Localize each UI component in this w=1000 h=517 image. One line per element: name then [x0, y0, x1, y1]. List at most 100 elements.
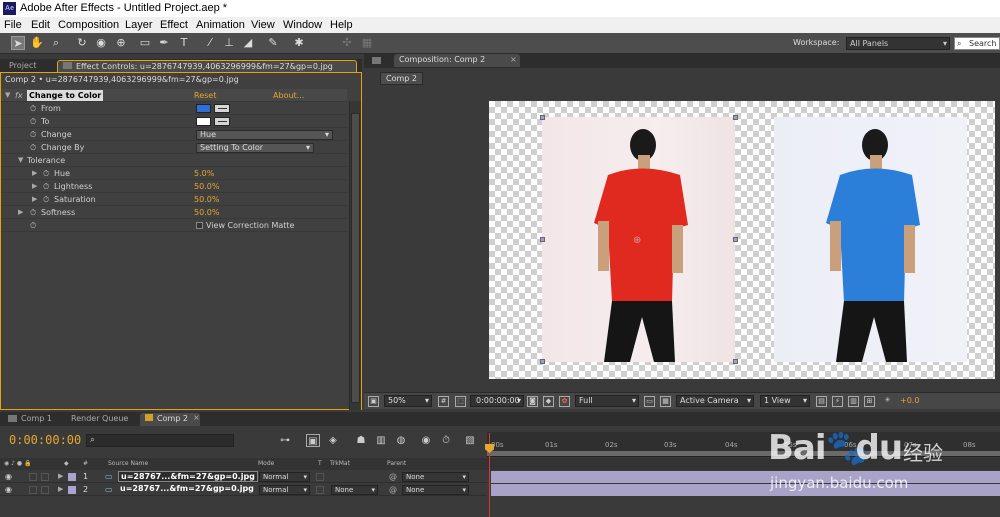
hand-tool-icon[interactable]: ✋ [30, 36, 44, 50]
composition-mini-flowchart-icon[interactable]: ⊶ [278, 434, 292, 447]
expand-layer-triangle-icon[interactable]: ▶ [58, 483, 63, 496]
layer-source-name[interactable]: u=28767...&fm=27&gp=0.jpg [118, 484, 256, 495]
bbox-handle[interactable] [733, 359, 738, 364]
tab-composition[interactable]: Composition: Comp 2 [394, 54, 520, 67]
workspace-select[interactable]: All Panels [846, 37, 950, 50]
pan-behind-tool-icon[interactable]: ⊕ [114, 36, 128, 50]
magnification-select[interactable]: 50% [384, 395, 432, 407]
visibility-eye-icon[interactable]: ◉ [5, 470, 12, 483]
layer-duration-bar[interactable] [491, 471, 1000, 483]
menu-edit[interactable]: Edit [31, 17, 50, 33]
selection-tool-icon[interactable]: ➤ [11, 36, 25, 50]
label-color-swatch[interactable] [68, 486, 76, 494]
stopwatch-icon[interactable]: ⏱ [30, 141, 36, 154]
comp-flowchart-icon[interactable]: ⊞ [864, 396, 875, 407]
exposure-value[interactable]: +0.0 [900, 396, 919, 405]
preserve-transparency-toggle[interactable] [316, 473, 324, 481]
puppet-pin-tool-icon[interactable]: ✱ [292, 36, 306, 50]
menu-animation[interactable]: Animation [196, 17, 245, 33]
layer-duration-bar[interactable] [491, 484, 1000, 496]
stopwatch-icon[interactable]: ⏱ [439, 434, 453, 447]
camera-tool-icon[interactable]: ◉ [94, 36, 108, 50]
choose-grid-icon[interactable]: # [438, 396, 449, 407]
3d-view-select[interactable]: Active Camera [676, 395, 754, 407]
stopwatch-icon[interactable]: ⏱ [43, 167, 49, 180]
brush-tool-icon[interactable]: ⁄ [203, 36, 217, 50]
current-time-field[interactable]: 0:00:00:00 [470, 395, 524, 407]
bbox-handle[interactable] [540, 237, 545, 242]
softness-value[interactable]: 50.0% [194, 206, 219, 219]
fast-preview-icon[interactable]: ⚡ [832, 396, 843, 407]
show-snapshot-icon[interactable]: ◆ [543, 396, 554, 407]
saturation-value[interactable]: 50.0% [194, 193, 219, 206]
effect-panel-scrollbar[interactable] [349, 101, 361, 423]
stopwatch-icon[interactable]: ⏱ [43, 193, 49, 206]
change-by-dropdown[interactable]: Setting To Color [196, 143, 314, 153]
axis-mode-icon[interactable]: ✣ [340, 36, 354, 50]
tab-comp-2[interactable]: Comp 2 [140, 413, 200, 426]
visibility-eye-icon[interactable]: ◉ [5, 483, 12, 496]
motion-blur-icon[interactable]: ◍ [394, 434, 408, 447]
stopwatch-icon[interactable]: ⏱ [30, 102, 36, 115]
rectangle-tool-icon[interactable]: ▭ [138, 36, 152, 50]
region-of-interest-icon[interactable]: ⬚ [455, 396, 466, 407]
bbox-handle[interactable] [733, 237, 738, 242]
preserve-transparency-toggle[interactable] [316, 486, 324, 494]
type-tool-icon[interactable]: T [177, 36, 191, 50]
eyedropper-icon[interactable] [214, 117, 230, 126]
clone-stamp-tool-icon[interactable]: ⊥ [222, 36, 236, 50]
parent-pickwhip-icon[interactable]: @ [389, 470, 397, 483]
lightness-value[interactable]: 50.0% [194, 180, 219, 193]
lock-toggle[interactable] [41, 473, 49, 481]
parent-select[interactable]: None [402, 485, 469, 495]
eyedropper-icon[interactable] [214, 104, 230, 113]
eraser-tool-icon[interactable]: ◢ [241, 36, 255, 50]
solo-toggle[interactable] [29, 486, 37, 494]
expand-effect-triangle-icon[interactable]: ▼ [5, 89, 10, 102]
source-name-header[interactable]: Source Name [108, 458, 148, 470]
snapshot-icon[interactable]: ◙ [527, 396, 538, 407]
layer-row[interactable]: ◉ ▶ 1 ▭ u=28767...&fm=27&gp=0.jpg Normal… [0, 470, 487, 483]
composition-viewer[interactable]: ⊕ [489, 101, 995, 379]
brainstorm-icon[interactable]: ▧ [463, 434, 477, 447]
stopwatch-icon[interactable]: ⏱ [30, 206, 36, 219]
timeline-icon[interactable]: ▥ [848, 396, 859, 407]
change-dropdown[interactable]: Hue [196, 130, 333, 140]
expand-lightness-triangle-icon[interactable]: ▶ [32, 180, 37, 193]
resolution-select[interactable]: Full [575, 395, 639, 407]
world-axis-icon[interactable]: ▦ [360, 36, 374, 50]
toggle-pixel-aspect-icon[interactable]: ▤ [816, 396, 827, 407]
lock-toggle[interactable] [41, 486, 49, 494]
stopwatch-icon[interactable]: ⏱ [43, 180, 49, 193]
tab-render-queue[interactable]: Render Queue [66, 413, 134, 426]
anchor-point-icon[interactable]: ⊕ [633, 235, 641, 246]
search-help-input[interactable]: ⌕ Search [954, 37, 1000, 50]
parent-select[interactable]: None [402, 472, 469, 482]
close-tab-icon[interactable]: × [193, 413, 200, 422]
draft-3d-icon[interactable]: ◈ [326, 434, 340, 447]
hide-shy-layers-icon[interactable]: ☗ [354, 434, 368, 447]
layer-search-input[interactable]: ⌕ [86, 434, 234, 447]
view-correction-matte-checkbox[interactable] [196, 222, 203, 229]
live-update-icon[interactable]: ▣ [306, 434, 320, 447]
layer-row[interactable]: ◉ ▶ 2 ▭ u=28767...&fm=27&gp=0.jpg Normal… [0, 483, 487, 496]
graph-editor-icon[interactable]: ◉ [419, 434, 433, 447]
blend-mode-select[interactable]: Normal [259, 472, 310, 482]
track-matte-select[interactable]: None [331, 485, 378, 495]
expand-hue-triangle-icon[interactable]: ▶ [32, 167, 37, 180]
zoom-tool-icon[interactable]: ⌕ [49, 36, 63, 50]
roto-brush-tool-icon[interactable]: ✎ [266, 36, 280, 50]
bbox-handle[interactable] [540, 115, 545, 120]
menu-view[interactable]: View [251, 17, 275, 33]
hue-value[interactable]: 5.0% [194, 167, 214, 180]
menu-composition[interactable]: Composition [58, 17, 119, 33]
stopwatch-icon[interactable]: ⏱ [30, 128, 36, 141]
tab-comp-1[interactable]: Comp 1 [16, 413, 60, 426]
from-color-swatch[interactable] [196, 104, 211, 113]
parent-pickwhip-icon[interactable]: @ [389, 483, 397, 496]
fast-previews-icon[interactable]: ▭ [644, 396, 655, 407]
always-preview-icon[interactable]: ▣ [368, 396, 379, 407]
label-color-swatch[interactable] [68, 473, 76, 481]
stopwatch-icon[interactable]: ⏱ [30, 115, 36, 128]
menu-effect[interactable]: Effect [160, 17, 188, 33]
